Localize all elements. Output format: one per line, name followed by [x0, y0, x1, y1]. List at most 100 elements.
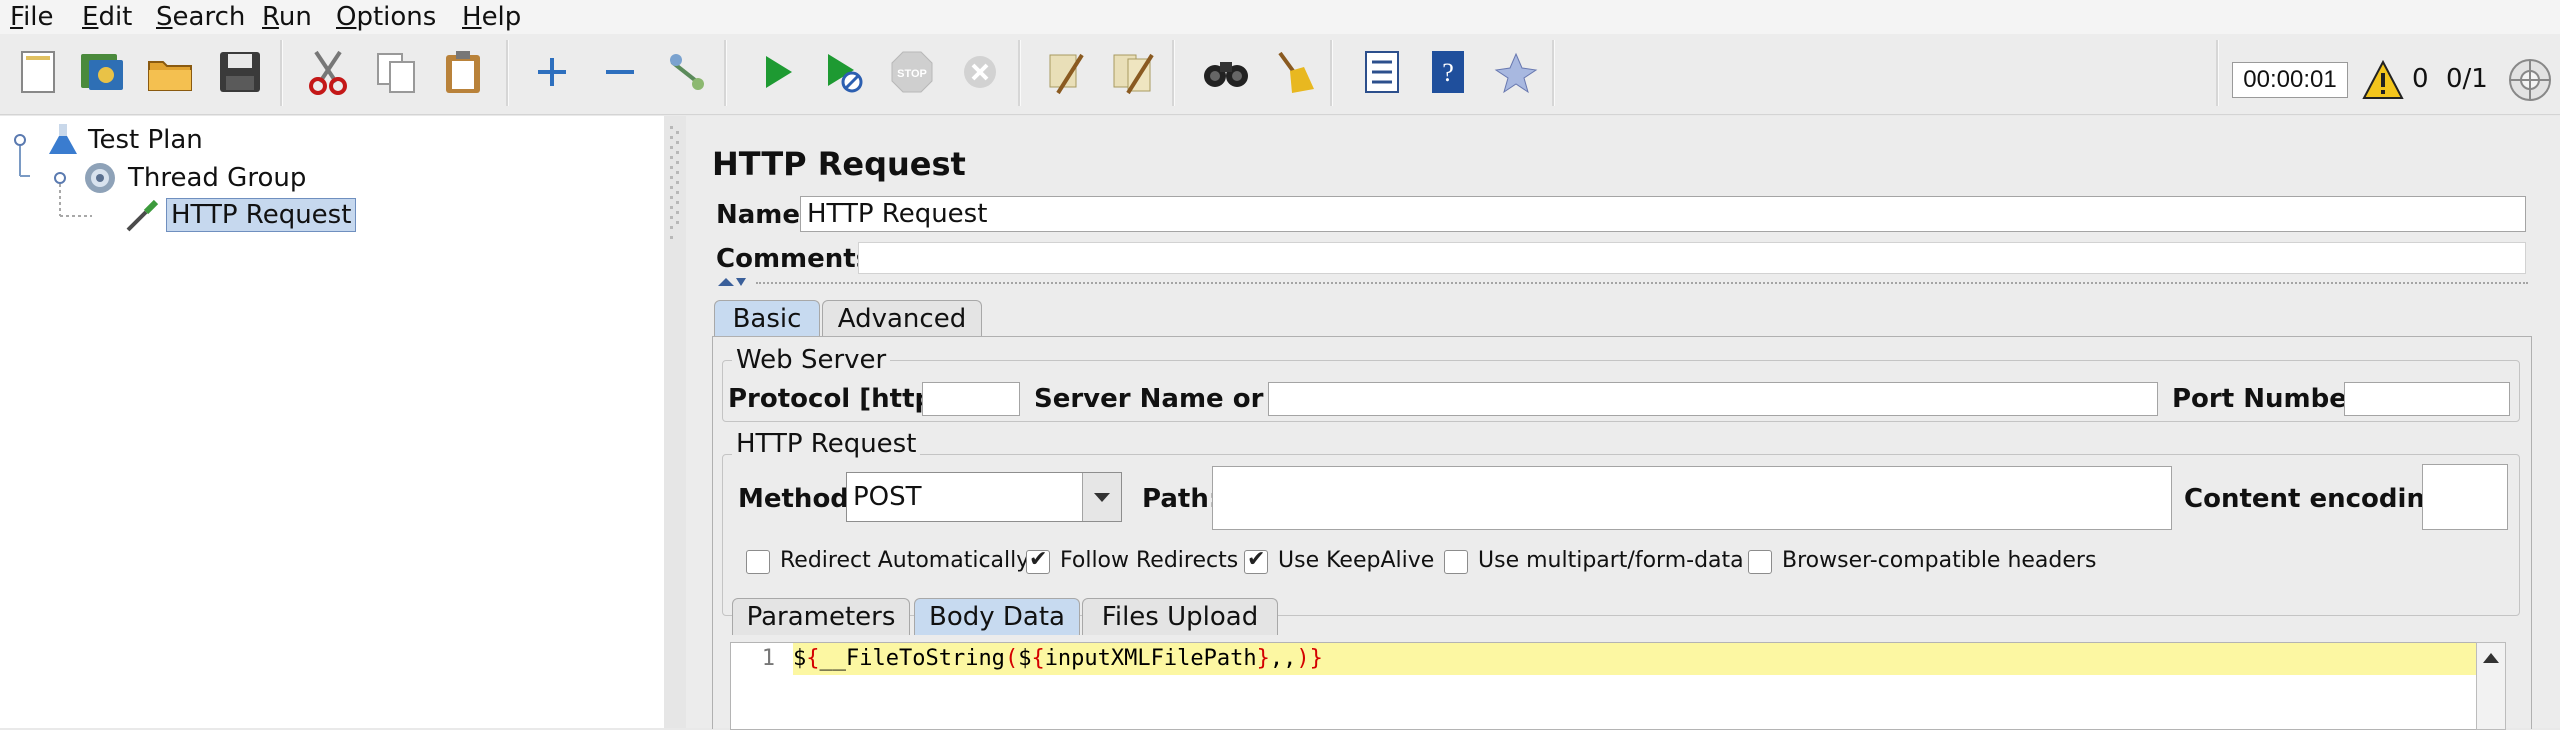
- gear-icon: [82, 160, 118, 196]
- comments-label: Comments:: [716, 244, 882, 274]
- code-token: (: [1004, 646, 1019, 671]
- code-token: __FileToString: [819, 646, 1005, 671]
- pipette-icon: [122, 196, 160, 234]
- warning-icon[interactable]: [2362, 59, 2404, 100]
- help-icon[interactable]: ?: [1418, 42, 1478, 102]
- start-icon[interactable]: [748, 42, 808, 102]
- method-label: Method:: [738, 484, 860, 514]
- tree-expand-handle[interactable]: [52, 170, 68, 186]
- port-number-label: Port Number:: [2172, 384, 2371, 414]
- chevron-down-icon[interactable]: [1082, 473, 1121, 521]
- port-number-field[interactable]: [2344, 382, 2510, 416]
- use-multipart-checkbox[interactable]: [1444, 550, 1468, 574]
- content-encoding-field[interactable]: [2422, 464, 2508, 530]
- active-threads: 0/1: [2446, 64, 2488, 94]
- comments-splitter[interactable]: [712, 278, 2528, 288]
- editor-scrollbar[interactable]: [2476, 642, 2506, 730]
- new-icon[interactable]: [8, 42, 68, 102]
- tab-parameters[interactable]: Parameters: [732, 598, 910, 635]
- split-pane-divider[interactable]: [664, 116, 686, 728]
- follow-redirects-label: Follow Redirects: [1060, 548, 1239, 573]
- method-select[interactable]: POST: [846, 472, 1122, 522]
- shutdown-icon[interactable]: [950, 42, 1010, 102]
- use-keepalive-checkbox[interactable]: [1244, 547, 1268, 574]
- menu-search[interactable]: Search: [156, 0, 245, 34]
- browser-compatible-headers-checkbox[interactable]: [1748, 550, 1772, 574]
- comments-field[interactable]: [858, 242, 2526, 274]
- paste-icon[interactable]: [434, 42, 494, 102]
- panel-title: HTTP Request: [712, 145, 966, 183]
- code-token: $: [1018, 646, 1032, 671]
- http-request-title: HTTP Request: [732, 428, 921, 460]
- tab-basic[interactable]: Basic: [714, 300, 820, 337]
- start-no-pause-icon[interactable]: [814, 42, 874, 102]
- code-token: }: [1256, 646, 1270, 671]
- menu-options-mnemonic: O: [336, 2, 357, 32]
- function-helper-icon[interactable]: [1352, 42, 1412, 102]
- code-token: {: [806, 646, 820, 671]
- menu-run[interactable]: Run: [262, 0, 312, 34]
- menu-help-label: elp: [481, 2, 522, 32]
- expand-icon[interactable]: [522, 42, 582, 102]
- tab-files-upload[interactable]: Files Upload: [1082, 598, 1278, 635]
- toggle-icon[interactable]: [656, 42, 716, 102]
- name-field[interactable]: HTTP Request: [800, 196, 2526, 232]
- code-line: ${__FileToString(${inputXMLFilePath},,)}: [793, 643, 2477, 675]
- follow-redirects-checkbox[interactable]: [1026, 547, 1050, 574]
- name-value: HTTP Request: [807, 199, 988, 229]
- stop-icon[interactable]: STOP: [882, 42, 942, 102]
- svg-text:?: ?: [1442, 58, 1454, 87]
- redirect-automatically-label: Redirect Automatically: [780, 548, 1030, 573]
- menu-options-label: ptions: [356, 2, 437, 32]
- browser-compatible-headers-label: Browser-compatible headers: [1782, 548, 2097, 573]
- menu-help[interactable]: Help: [462, 0, 521, 34]
- server-name-field[interactable]: [1268, 382, 2158, 416]
- templates-icon[interactable]: [72, 42, 132, 102]
- menu-search-label: earch: [172, 2, 246, 32]
- body-data-editor[interactable]: 1 ${__FileToString(${inputXMLFilePath},,…: [730, 642, 2478, 730]
- protocol-field[interactable]: [922, 382, 1020, 416]
- clear-icon[interactable]: [1036, 42, 1096, 102]
- code-token: {: [1031, 646, 1045, 671]
- scroll-up-icon: [2483, 653, 2499, 663]
- path-label: Path:: [1142, 484, 1220, 514]
- menu-edit[interactable]: Edit: [82, 0, 132, 34]
- menu-edit-mnemonic: E: [82, 2, 99, 32]
- menu-options[interactable]: Options: [336, 0, 436, 34]
- copy-icon[interactable]: [366, 42, 426, 102]
- open-icon[interactable]: [140, 42, 200, 102]
- name-label: Name:: [716, 200, 811, 230]
- svg-text:STOP: STOP: [897, 68, 927, 80]
- path-field[interactable]: [1212, 466, 2172, 530]
- remote-icon[interactable]: [1486, 42, 1546, 102]
- menu-run-label: un: [278, 2, 312, 32]
- menu-edit-label: dit: [98, 2, 133, 32]
- content-encoding-label: Content encoding:: [2184, 484, 2454, 514]
- status-indicator-icon[interactable]: [2508, 58, 2552, 102]
- menu-help-mnemonic: H: [462, 2, 482, 32]
- menu-file[interactable]: File: [10, 0, 54, 34]
- tree-item-http-request[interactable]: HTTP Request: [166, 198, 357, 232]
- toolbar: STOP ?: [0, 34, 2560, 115]
- test-plan-tree: Test Plan Thread Group HTTP Request: [0, 116, 664, 728]
- clear-all-icon[interactable]: [1104, 42, 1164, 102]
- method-value: POST: [853, 482, 922, 512]
- cut-icon[interactable]: [298, 42, 358, 102]
- line-number: 1: [761, 646, 775, 671]
- code-token: ): [1296, 646, 1310, 671]
- menu-file-label: ile: [23, 2, 54, 32]
- collapse-icon[interactable]: [590, 42, 650, 102]
- tab-body-data[interactable]: Body Data: [914, 598, 1080, 635]
- warning-count: 0: [2412, 64, 2429, 94]
- tree-item-thread-group[interactable]: Thread Group: [128, 162, 306, 194]
- flask-icon: [46, 122, 80, 156]
- save-icon[interactable]: [210, 42, 270, 102]
- tab-advanced[interactable]: Advanced: [822, 300, 982, 337]
- menu-bar: File Edit Search Run Options Help: [0, 0, 2560, 34]
- tree-expand-handle[interactable]: [12, 132, 28, 148]
- tree-item-test-plan[interactable]: Test Plan: [88, 124, 203, 156]
- code-token: inputXMLFilePath: [1044, 646, 1257, 671]
- redirect-automatically-checkbox[interactable]: [746, 550, 770, 574]
- search-icon[interactable]: [1196, 42, 1256, 102]
- reset-search-icon[interactable]: [1262, 42, 1322, 102]
